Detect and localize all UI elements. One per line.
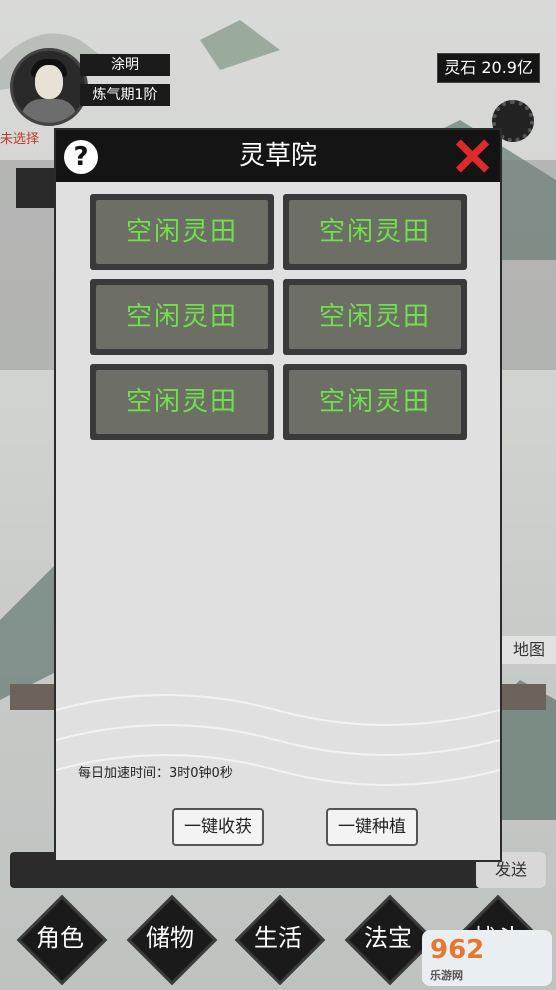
side-panel-tab[interactable] xyxy=(16,168,56,208)
spirit-stone-value: 20.9亿 xyxy=(481,58,533,77)
field-plot-label: 空闲灵田 xyxy=(125,217,238,247)
watermark-logo: 962 乐游网 xyxy=(422,930,552,986)
nav-role-label: 角色 xyxy=(36,924,84,952)
field-plot[interactable]: 空闲灵田 xyxy=(283,279,467,355)
nav-life[interactable]: 生活 xyxy=(234,894,326,986)
nav-role[interactable]: 角色 xyxy=(16,894,108,986)
daily-speedup-time: 每日加速时间：3时0钟0秒 xyxy=(78,766,233,781)
field-plot-label: 空闲灵田 xyxy=(318,302,431,332)
player-name: 涂明 xyxy=(80,54,170,76)
dialog-title: 灵草院 xyxy=(238,141,317,171)
nav-treasure[interactable]: 法宝 xyxy=(344,894,436,986)
nav-life-label: 生活 xyxy=(254,924,302,952)
field-plot[interactable]: 空闲灵田 xyxy=(90,194,274,270)
close-icon[interactable] xyxy=(454,138,490,174)
field-plot[interactable]: 空闲灵田 xyxy=(90,364,274,440)
player-level: 炼气期1阶 xyxy=(80,84,170,106)
watermark-text: 962 xyxy=(430,935,485,965)
field-plot[interactable]: 空闲灵田 xyxy=(283,364,467,440)
harvest-all-button[interactable]: 一键收获 xyxy=(172,808,264,846)
spirit-stone-label: 灵石 xyxy=(444,58,477,77)
nav-treasure-label: 法宝 xyxy=(364,924,412,952)
plant-all-button[interactable]: 一键种植 xyxy=(326,808,418,846)
field-plot-label: 空闲灵田 xyxy=(125,387,238,417)
field-plot-label: 空闲灵田 xyxy=(318,217,431,247)
watermark-sub: 乐游网 xyxy=(430,969,463,982)
herb-garden-dialog: ? 灵草院 空闲灵田 空闲灵田 空闲灵田 空闲灵田 空闲灵田 空闲灵田 每日加速… xyxy=(54,128,502,862)
player-avatar[interactable] xyxy=(10,48,88,126)
spirit-stone-counter: 灵石 20.9亿 xyxy=(437,53,540,83)
avatar-face xyxy=(35,65,63,99)
avatar-robe xyxy=(21,99,77,123)
status-text: 未选择 xyxy=(0,132,40,147)
field-plot-label: 空闲灵田 xyxy=(318,387,431,417)
field-plot-label: 空闲灵田 xyxy=(125,302,238,332)
nav-storage-label: 储物 xyxy=(146,924,194,952)
field-plot[interactable]: 空闲灵田 xyxy=(90,279,274,355)
nav-storage[interactable]: 储物 xyxy=(126,894,218,986)
map-button[interactable]: 地图 xyxy=(502,636,556,664)
field-plot[interactable]: 空闲灵田 xyxy=(283,194,467,270)
